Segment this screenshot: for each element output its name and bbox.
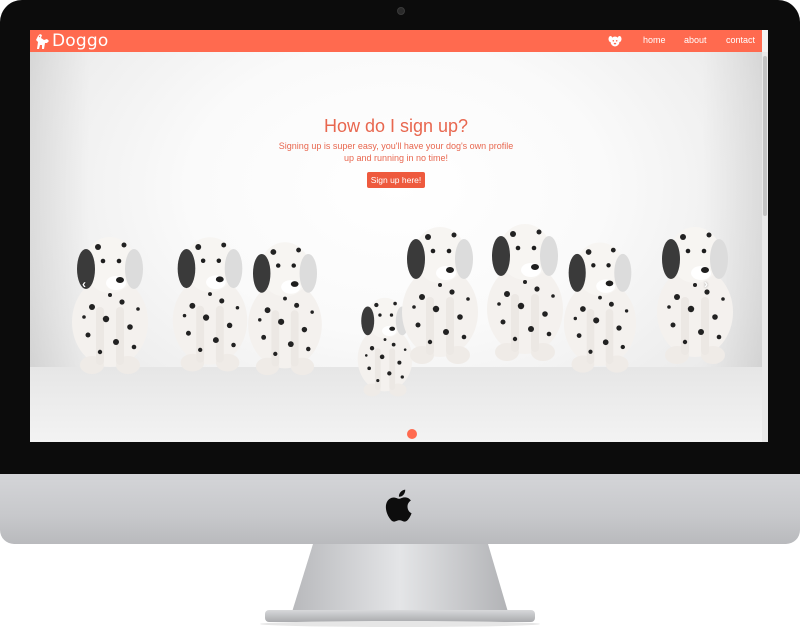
monitor-stand	[260, 544, 540, 627]
